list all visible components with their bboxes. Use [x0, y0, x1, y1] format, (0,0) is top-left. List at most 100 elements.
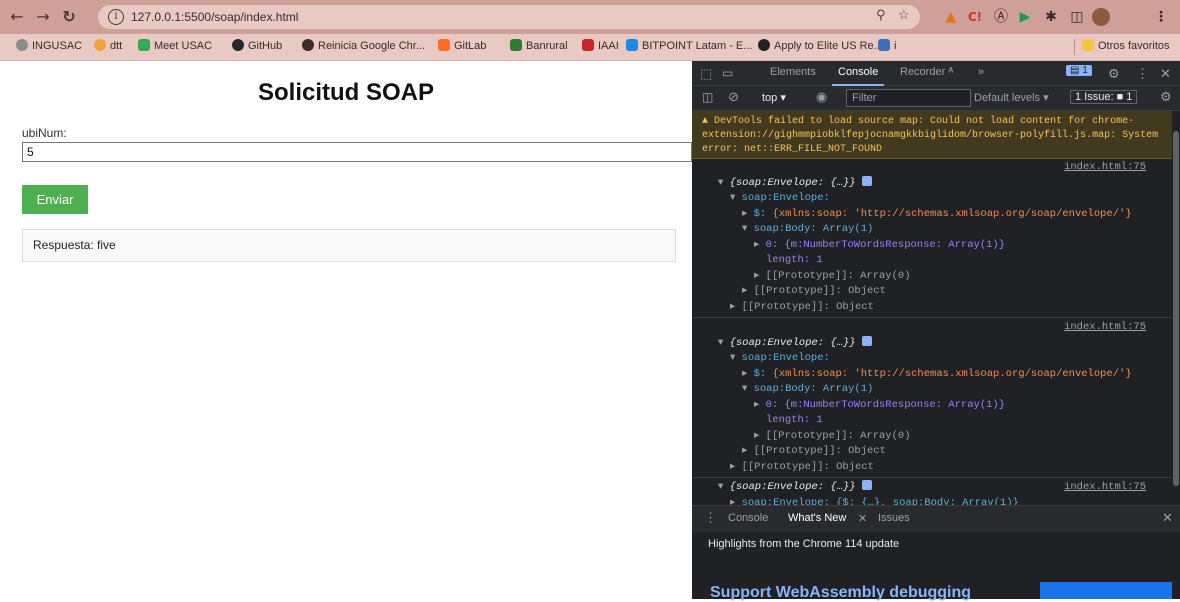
github-icon [232, 39, 244, 51]
devtools-menu-icon[interactable]: ⋮ [1136, 66, 1149, 82]
tree-xmlns[interactable]: ▸ $: {xmlns:soap: 'http://schemas.xmlsoa… [692, 207, 1172, 223]
tree-body[interactable]: ▾ soap:Body: Array(1) [692, 382, 1172, 398]
tree-envelope-collapsed[interactable]: ▸ soap:Envelope: {$: {…}, soap:Body: Arr… [692, 496, 1172, 506]
settings-icon[interactable]: ⚙ [1108, 66, 1120, 82]
bookmark-apply[interactable]: Apply to Elite US Re... [758, 39, 883, 52]
tree-proto-object[interactable]: ▸ [[Prototype]]: Object [692, 300, 1172, 316]
enviar-button[interactable]: Enviar [22, 185, 88, 214]
drawer-tab-console[interactable]: Console [728, 512, 768, 524]
tab-console[interactable]: Console [831, 66, 885, 86]
tree-label: soap:Envelope: {$: {…}, soap:Body: Array… [741, 496, 1019, 506]
bookmark-i[interactable]: i [878, 39, 896, 52]
bookmark-banrural[interactable]: Banrural [510, 39, 568, 52]
close-tab-icon[interactable]: ✕ [858, 512, 867, 525]
bookmark-bitpoint[interactable]: BITPOINT Latam - E... [626, 39, 752, 52]
devtools-panel: ⬚ ▭ Elements Console Recorder ᴬ » ▤ 1 ⚙ … [692, 61, 1180, 602]
console-filter-input[interactable]: Filter [846, 89, 971, 107]
bookmark-star-icon[interactable]: ☆ [898, 8, 910, 23]
tree-label: [[Prototype]]: Object [741, 300, 874, 313]
tab-elements[interactable]: Elements [770, 66, 816, 78]
meet-icon [138, 39, 150, 51]
extension-a-icon[interactable]: Ⓐ [990, 6, 1012, 28]
tree-proto-object[interactable]: ▸ [[Prototype]]: Object [692, 460, 1172, 476]
forward-icon[interactable]: → [32, 6, 54, 28]
play-extension-icon[interactable]: ▶ [1014, 6, 1036, 28]
address-url[interactable]: 127.0.0.1:5500/soap/index.html [131, 10, 298, 24]
clear-console-icon[interactable]: ⊘ [728, 89, 739, 105]
drawer-tab-issues[interactable]: Issues [878, 512, 910, 524]
profile-avatar-icon[interactable] [1090, 6, 1112, 28]
log-source-link[interactable]: index.html:75 [1064, 160, 1146, 176]
bookmark-reinicia[interactable]: Reinicia Google Chr... [302, 39, 425, 52]
reload-icon[interactable]: ↻ [58, 6, 80, 28]
bookmarks-bar: INGUSAC dtt Meet USAC GitHub Reinicia Go… [0, 34, 1180, 61]
issues-badge[interactable]: ▤ 1 [1066, 65, 1092, 76]
context-select[interactable]: top ▾ [762, 91, 786, 104]
drawer-menu-icon[interactable]: ⋮ [704, 510, 717, 526]
bookmark-other-folder[interactable]: Otros favoritos [1082, 39, 1170, 52]
tree-item0[interactable]: ▸ 0: {m:NumberToWordsResponse: Array(1)} [692, 238, 1172, 254]
log-source-link[interactable]: index.html:75 [1064, 480, 1146, 496]
apply-icon [758, 39, 770, 51]
tree-envelope[interactable]: ▾ soap:Envelope: [692, 351, 1172, 367]
drawer-tab-whats-new[interactable]: What's New [788, 512, 846, 524]
log-divider [692, 477, 1172, 478]
extensions-puzzle-icon[interactable]: ✱ [1040, 6, 1062, 28]
inspect-icon[interactable]: ⬚ [700, 66, 712, 82]
banrural-icon [510, 39, 522, 51]
support-heading[interactable]: Support WebAssembly debugging [710, 584, 971, 602]
tree-label: soap:Body: Array(1) [753, 383, 874, 395]
metamask-icon[interactable]: ▲ [940, 6, 962, 28]
bookmark-ingusac[interactable]: INGUSAC [16, 39, 82, 52]
tree-label: soap:Body: Array(1) [753, 223, 874, 235]
tree-proto-array[interactable]: ▸ [[Prototype]]: Array(0) [692, 429, 1172, 445]
sidebar-toggle-icon[interactable]: ◫ [702, 90, 713, 104]
bookmark-label: Apply to Elite US Re... [774, 40, 883, 52]
browser-toolbar: ← → ↻ i 127.0.0.1:5500/soap/index.html ⚲… [0, 0, 1180, 34]
tree-proto-array[interactable]: ▸ [[Prototype]]: Array(0) [692, 269, 1172, 285]
bookmark-github[interactable]: GitHub [232, 39, 282, 52]
tree-key: $: [753, 367, 767, 380]
bookmark-label: INGUSAC [32, 40, 83, 52]
menu-icon[interactable]: ⋮ [1150, 6, 1172, 28]
side-panel-icon[interactable]: ◫ [1066, 6, 1088, 28]
tree-proto-object[interactable]: ▸ [[Prototype]]: Object [692, 284, 1172, 300]
tree-item0[interactable]: ▸ 0: {m:NumberToWordsResponse: Array(1)} [692, 398, 1172, 414]
scrollbar-thumb[interactable] [1173, 131, 1179, 486]
bookmark-gitlab[interactable]: GitLab [438, 39, 486, 52]
gitlab-icon [438, 39, 450, 51]
tab-recorder[interactable]: Recorder ᴬ [900, 66, 953, 78]
zoom-icon[interactable]: ⚲ [876, 8, 886, 23]
bookmark-iaai[interactable]: IAAI [582, 39, 619, 52]
live-expression-icon[interactable]: ◉ [816, 89, 827, 105]
console-settings-icon[interactable]: ⚙ [1160, 89, 1172, 105]
bookmark-dtt[interactable]: dtt [94, 39, 122, 52]
chrome-icon [302, 39, 314, 51]
back-icon[interactable]: ← [6, 6, 28, 28]
tree-label: [[Prototype]]: Array(0) [765, 269, 911, 282]
log-summary[interactable]: ▾ {soap:Envelope: {…}} index.html:75 [692, 480, 1172, 496]
log-levels-select[interactable]: Default levels ▾ [974, 91, 1049, 104]
extension-icon[interactable]: C! [964, 6, 986, 28]
dtt-icon [94, 39, 106, 51]
issues-button[interactable]: 1 Issue: ■ 1 [1070, 90, 1138, 104]
console-scrollbar[interactable] [1172, 111, 1180, 505]
close-devtools-icon[interactable]: ✕ [1160, 66, 1171, 82]
ubinum-input[interactable]: 5 [22, 142, 692, 162]
device-toggle-icon[interactable]: ▭ [722, 66, 733, 80]
tree-proto-object[interactable]: ▸ [[Prototype]]: Object [692, 444, 1172, 460]
more-tabs[interactable]: » [978, 66, 984, 78]
tree-label: length: 1 [766, 414, 823, 426]
log-summary[interactable]: ▾ {soap:Envelope: {…}} [692, 175, 1172, 192]
log-summary-text: {soap:Envelope: {…}} [729, 336, 856, 349]
bookmark-label: GitLab [454, 40, 487, 52]
log-source-link[interactable]: index.html:75 [1064, 320, 1146, 336]
log-summary[interactable]: ▾ {soap:Envelope: {…}} [692, 335, 1172, 352]
tree-xmlns[interactable]: ▸ $: {xmlns:soap: 'http://schemas.xmlsoa… [692, 367, 1172, 383]
tree-envelope[interactable]: ▾ soap:Envelope: [692, 191, 1172, 207]
close-drawer-icon[interactable]: ✕ [1162, 510, 1173, 526]
document-icon [878, 39, 890, 51]
tree-body[interactable]: ▾ soap:Body: Array(1) [692, 222, 1172, 238]
bookmark-meet[interactable]: Meet USAC [138, 39, 212, 52]
site-info-icon[interactable]: i [108, 9, 124, 25]
